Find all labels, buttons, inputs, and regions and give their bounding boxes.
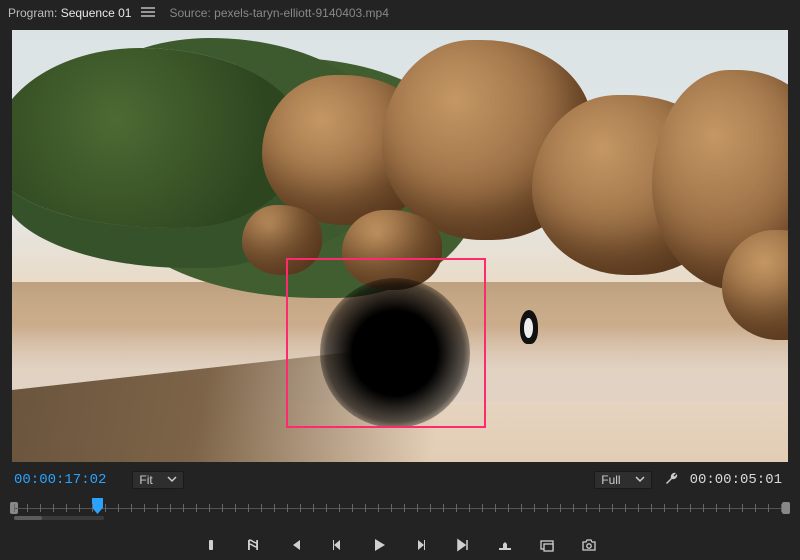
time-ruler[interactable] [14,498,786,524]
play-button[interactable] [369,535,389,555]
source-label: Source: [169,6,210,20]
video-monitor[interactable] [12,30,788,462]
chevron-down-icon [635,473,645,487]
ruler-handle-right[interactable] [782,502,790,514]
export-frame-button[interactable] [579,535,599,555]
go-to-in-button[interactable] [285,535,305,555]
go-to-out-button[interactable] [453,535,473,555]
mark-out-button[interactable] [243,535,263,555]
playback-resolution-dropdown[interactable]: Full [594,471,651,489]
panel-header: Program: Sequence 01 Source: pexels-tary… [0,0,800,24]
duration-timecode[interactable]: 00:00:05:01 [690,472,782,488]
step-back-button[interactable] [327,535,347,555]
effect-mask-bounding-box[interactable] [286,258,486,428]
extract-button[interactable] [537,535,557,555]
current-timecode[interactable]: 00:00:17:02 [14,472,106,488]
playback-resolution-label: Full [601,473,620,487]
source-filename: pexels-taryn-elliott-9140403.mp4 [214,6,389,20]
mark-in-button[interactable] [201,535,221,555]
monitor-info-bar: 00:00:17:02 Fit Full 00:00:05:01 [0,462,800,494]
playhead[interactable] [92,498,103,514]
transport-controls [0,530,800,560]
program-monitor-panel: Program: Sequence 01 Source: pexels-tary… [0,0,800,559]
zoom-scrollbar[interactable] [14,516,104,520]
step-forward-button[interactable] [411,535,431,555]
zoom-level-label: Fit [139,473,152,487]
lift-button[interactable] [495,535,515,555]
sequence-name[interactable]: Sequence 01 [61,6,132,20]
settings-wrench-icon[interactable] [664,471,680,490]
zoom-level-dropdown[interactable]: Fit [132,471,183,489]
program-label: Program: [8,6,57,20]
subject-penguin [520,310,538,344]
panel-menu-icon[interactable] [141,6,155,20]
chevron-down-icon [167,473,177,487]
